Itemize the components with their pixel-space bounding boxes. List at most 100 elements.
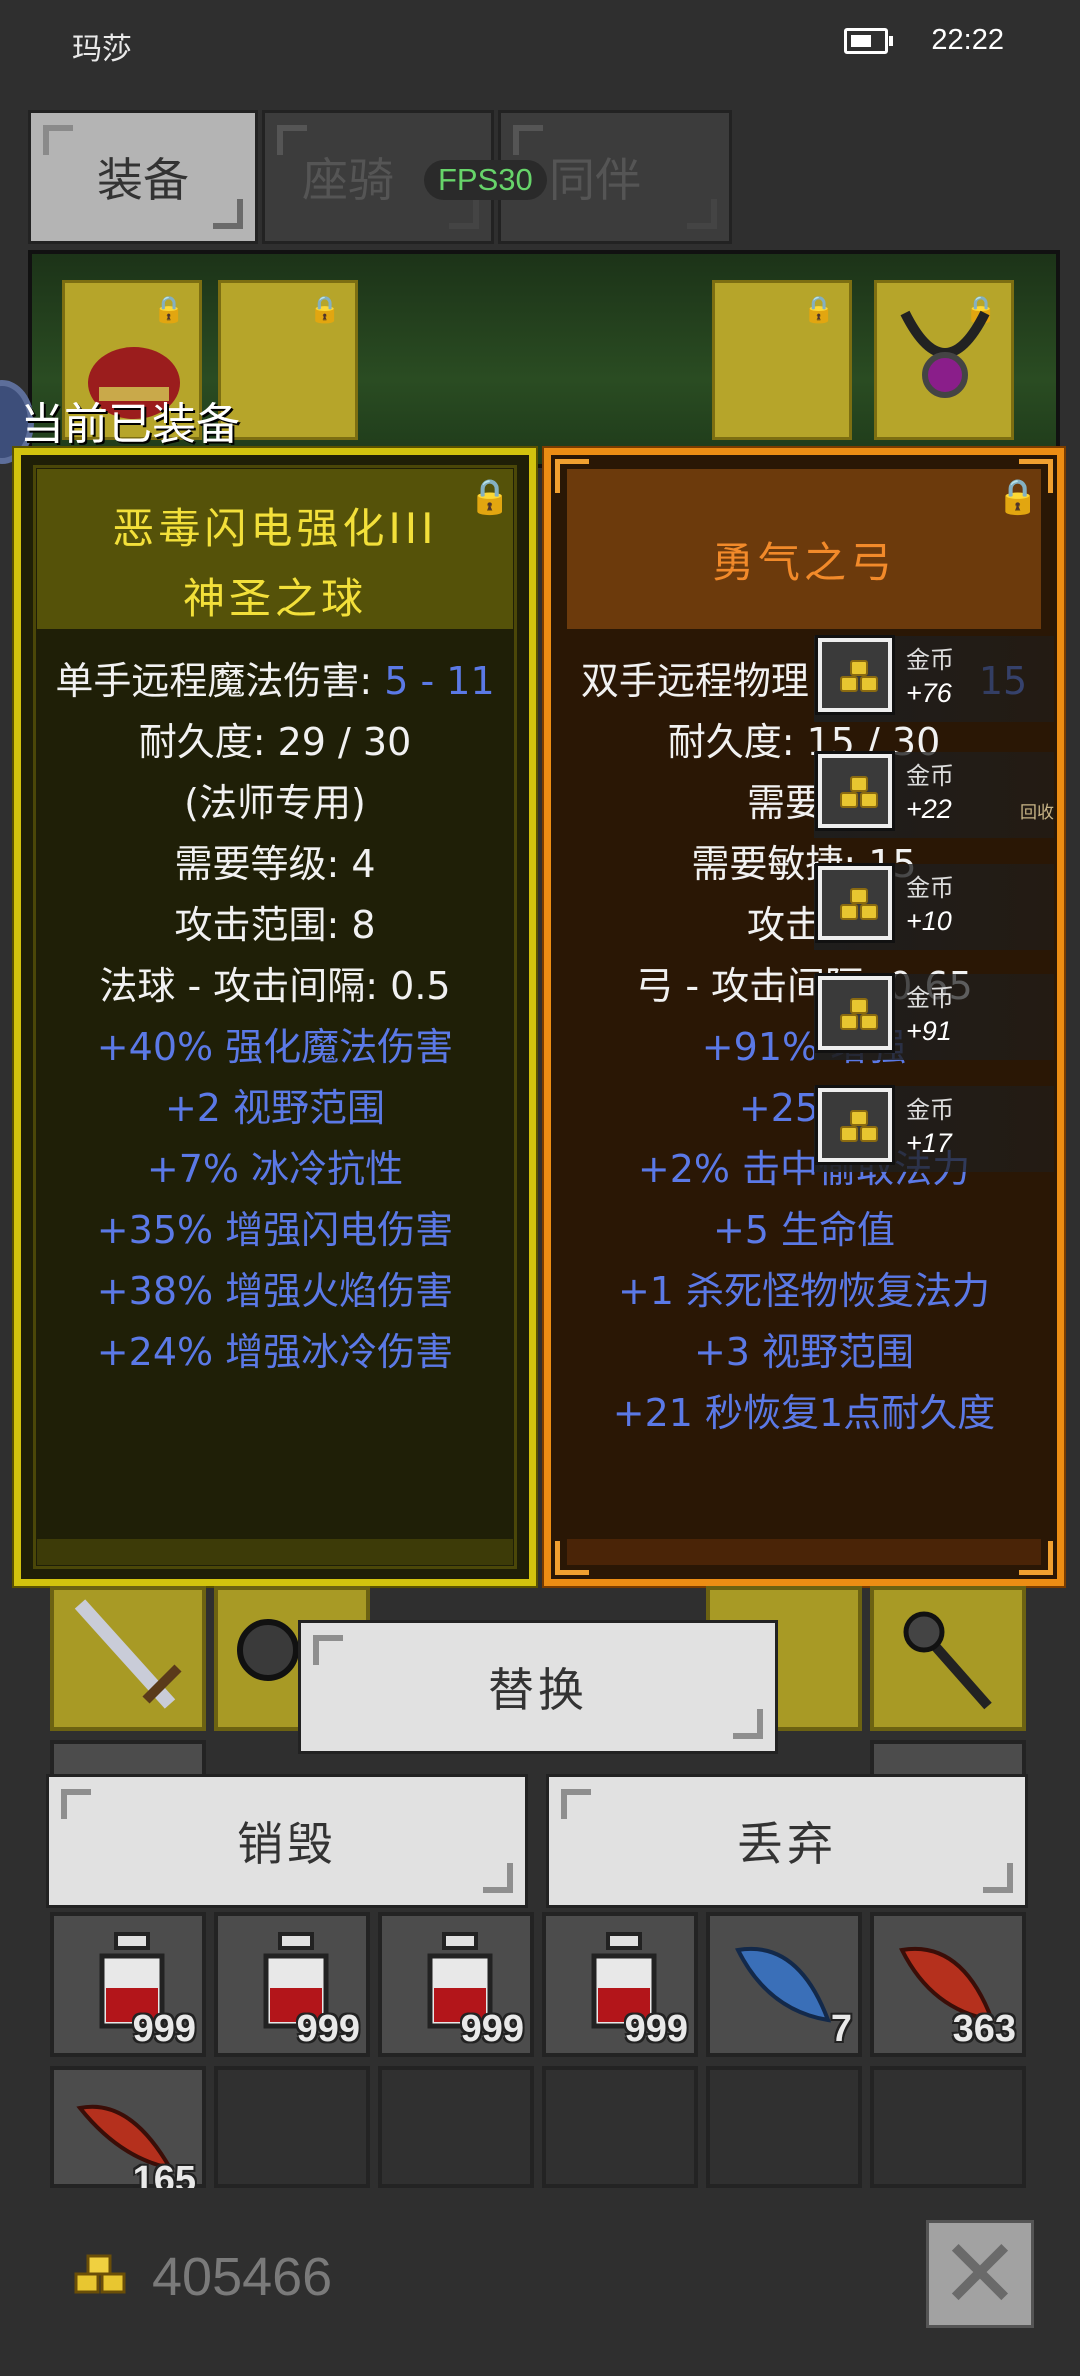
- stat-label: +24% 增强冰冷伤害: [96, 1330, 454, 1374]
- item-stat-line: +3 视野范围: [551, 1322, 1057, 1383]
- destroy-label: 销毁: [237, 1817, 337, 1871]
- toast-amount: +10: [906, 906, 952, 936]
- inventory-slot[interactable]: [542, 2066, 698, 2188]
- gold-coin-icon: [815, 1085, 895, 1165]
- item-count: 363: [952, 2008, 1016, 2050]
- item-stat-line: 耐久度: 29 / 30: [21, 712, 529, 773]
- gold-coin-icon: [815, 751, 895, 831]
- inventory-slot[interactable]: [706, 2066, 862, 2188]
- toast-label: 金币: [906, 984, 954, 1012]
- inventory-slot[interactable]: [214, 2066, 370, 2188]
- tab-equipment[interactable]: 装备: [28, 110, 258, 244]
- toast-label: 金币: [906, 874, 954, 902]
- stat-label: 攻击范围: 8: [174, 903, 376, 947]
- equip-slot-amulet[interactable]: 🔒: [874, 280, 1014, 440]
- item-type: 神圣之球: [182, 574, 367, 623]
- item-stat-line: +38% 增强火焰伤害: [21, 1261, 529, 1322]
- stat-value: 5 - 11: [384, 659, 495, 703]
- gold-coin-icon: [815, 863, 895, 943]
- stat-label: 双手远程物理: [580, 659, 809, 703]
- item-stat-line: 单手远程魔法伤害: 5 - 11: [21, 651, 529, 712]
- item-count: 999: [460, 2008, 524, 2050]
- item-stat-line: (法师专用): [21, 773, 529, 834]
- tab-label: 同伴: [549, 153, 641, 207]
- toast-label: 金币: [906, 762, 954, 790]
- stat-label: +21 秒恢复1点耐久度: [612, 1391, 996, 1435]
- stat-label: +3 视野范围: [693, 1330, 915, 1374]
- item-stats: 单手远程魔法伤害: 5 - 11 耐久度: 29 / 30 (法师专用) 需要等级: …: [21, 651, 529, 1383]
- stat-label: 需要等级: 4: [174, 842, 376, 886]
- inventory-slot[interactable]: [870, 1586, 1026, 1731]
- inventory-slot[interactable]: 165: [50, 2066, 206, 2201]
- inventory-slot[interactable]: 999: [214, 1912, 370, 2057]
- stat-label: 法球 - 攻击间隔: 0.5: [99, 964, 451, 1008]
- inventory-slot[interactable]: [50, 1586, 206, 1731]
- gold-toast: 金币 +10: [814, 863, 1054, 950]
- stat-label: +1 杀死怪物恢复法力: [617, 1269, 991, 1313]
- item-stat-line: +21 秒恢复1点耐久度: [551, 1383, 1057, 1444]
- gold-toast: 金币 +76: [814, 635, 1054, 722]
- gold-total: 405466: [152, 2247, 333, 2307]
- carrier-label: 玛莎: [72, 32, 132, 67]
- discard-label: 丢弃: [737, 1817, 837, 1871]
- stat-label: +35% 增强闪电伤害: [96, 1208, 454, 1252]
- inventory-slot[interactable]: 7: [706, 1912, 862, 2057]
- item-count: 7: [830, 2008, 852, 2050]
- inventory-slot[interactable]: 999: [378, 1912, 534, 2057]
- item-name: 恶毒闪电强化III: [112, 504, 438, 553]
- inventory-slot[interactable]: 363: [870, 1912, 1026, 2057]
- sword-icon: [74, 1599, 182, 1709]
- inventory-slot[interactable]: [870, 2066, 1026, 2188]
- inventory-slot[interactable]: 999: [50, 1912, 206, 2057]
- lock-icon: 🔒: [802, 295, 835, 325]
- stat-label: 耐久度: 29 / 30: [138, 720, 412, 764]
- replace-label: 替换: [488, 1663, 588, 1717]
- item-stat-line: +1 杀死怪物恢复法力: [551, 1261, 1057, 1322]
- equip-slot-armor[interactable]: 🔒: [712, 280, 852, 440]
- stat-label: +2 视野范围: [164, 1086, 386, 1130]
- mace-icon: [903, 1611, 992, 1710]
- fps-counter: FPS30: [424, 160, 547, 200]
- item-stat-line: 攻击范围: 8: [21, 895, 529, 956]
- gold-coin-icon: [815, 973, 895, 1053]
- close-button[interactable]: ✕: [926, 2218, 1034, 2330]
- toast-label: 金币: [906, 646, 954, 674]
- stat-label: +7% 冰冷抗性: [146, 1147, 404, 1191]
- equipped-label: 当前已装备: [20, 399, 240, 450]
- toast-extra: 回收: [1020, 803, 1054, 823]
- clock: 22:22: [931, 24, 1004, 56]
- lock-icon[interactable]: 🔒: [997, 477, 1039, 517]
- toast-amount: +17: [906, 1128, 952, 1158]
- destroy-button[interactable]: 销毁: [46, 1774, 528, 1908]
- replace-button[interactable]: 替换: [298, 1620, 778, 1754]
- battery-icon: [844, 28, 893, 54]
- stat-label: +40% 强化魔法伤害: [96, 1025, 454, 1069]
- stat-label: 单手远程魔法伤害:: [55, 659, 385, 703]
- stat-label: +5 生命值: [712, 1208, 896, 1252]
- lock-icon: 🔒: [308, 295, 341, 325]
- gold-toast: 金币 +22 回收: [814, 751, 1054, 838]
- item-stat-line: +40% 强化魔法伤害: [21, 1017, 529, 1078]
- gold-coin-icon: [74, 2254, 126, 2294]
- inventory-slot[interactable]: [378, 2066, 534, 2188]
- item-name: 勇气之弓: [711, 538, 896, 587]
- gold-toast: 金币 +17: [814, 1085, 1054, 1172]
- item-stat-line: +35% 增强闪电伤害: [21, 1200, 529, 1261]
- gold-coin-icon: [815, 635, 895, 715]
- item-stat-line: +7% 冰冷抗性: [21, 1139, 529, 1200]
- item-count: 999: [624, 2008, 688, 2050]
- discard-button[interactable]: 丢弃: [546, 1774, 1028, 1908]
- toast-amount: +22: [906, 794, 952, 824]
- item-stat-line: +24% 增强冰冷伤害: [21, 1322, 529, 1383]
- amulet-icon: [900, 310, 990, 398]
- item-stat-line: 需要等级: 4: [21, 834, 529, 895]
- gold-toast: 金币 +91: [814, 973, 1054, 1060]
- status-bar: 玛莎 22:22: [0, 0, 1080, 84]
- item-stat-line: +2 视野范围: [21, 1078, 529, 1139]
- toast-label: 金币: [906, 1096, 954, 1124]
- inventory-slot[interactable]: 999: [542, 1912, 698, 2057]
- toast-amount: +91: [906, 1016, 952, 1046]
- close-icon: ✕: [939, 2218, 1021, 2330]
- tab-label: 装备: [97, 153, 189, 207]
- item-count: 999: [132, 2008, 196, 2050]
